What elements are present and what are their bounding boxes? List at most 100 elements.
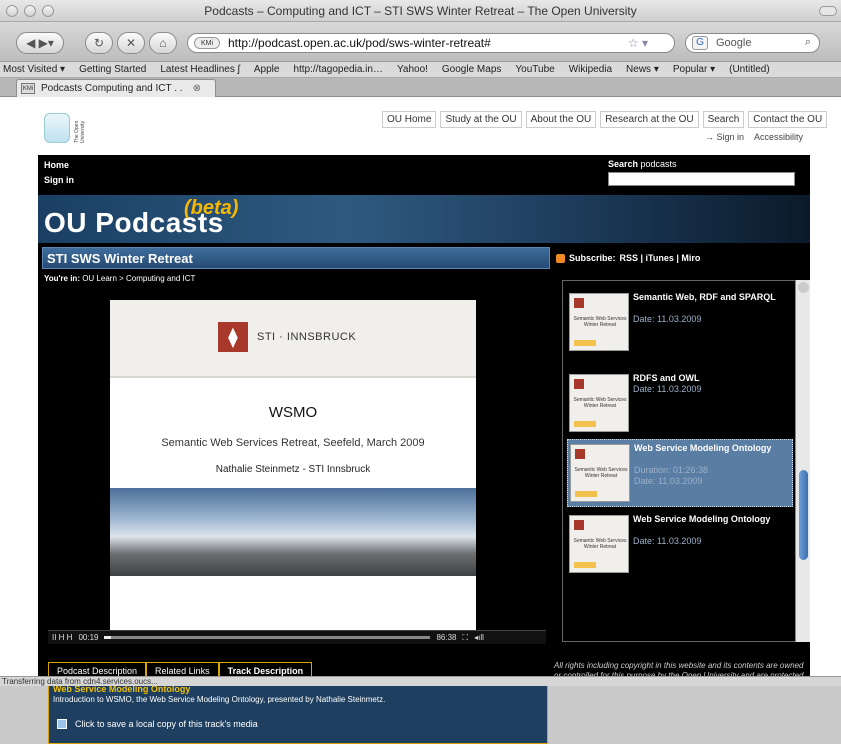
slide-subtitle: Semantic Web Services Retreat, Seefeld, … — [161, 437, 425, 449]
bookmark-item[interactable]: Yahoo! — [397, 64, 428, 75]
nav-toolbar: ◀ ▶▾ ↻ ✕ ⌂ KMi http://podcast.open.ac.uk… — [0, 22, 841, 62]
site-identity-badge[interactable]: KMi — [194, 37, 220, 49]
sti-mini-logo-icon — [575, 449, 585, 459]
mountain-photo — [110, 488, 476, 576]
save-media-link[interactable]: Click to save a local copy of this track… — [57, 719, 258, 729]
tab-podcasts[interactable]: KMi Podcasts Computing and ICT . . ⊗ — [16, 79, 216, 97]
bookmark-item[interactable]: Latest Headlines ʃ — [160, 64, 240, 75]
bookmark-item[interactable]: Popular ▾ — [673, 64, 715, 75]
banner-beta: (beta) — [184, 197, 239, 219]
current-time: 00:19 — [78, 633, 99, 642]
ou-sub-nav: → Sign in Accessibility — [705, 132, 803, 142]
home-button[interactable]: ⌂ — [149, 32, 177, 54]
total-time: 86:38 — [436, 633, 457, 642]
google-icon[interactable]: G — [692, 36, 708, 50]
home-link[interactable]: Home — [44, 160, 69, 170]
episode-meta: Date: 11.03.2009 — [633, 384, 702, 394]
breadcrumb-path[interactable]: OU Learn > Computing and ICT — [80, 274, 195, 283]
ou-nav-link[interactable]: OU Home — [382, 111, 437, 128]
seek-bar-fill — [104, 636, 111, 639]
home-icon: ⌂ — [159, 36, 167, 50]
episode-item[interactable]: Semantic Web Services Winter Retreat Web … — [567, 511, 793, 579]
sti-mini-logo-icon — [574, 520, 584, 530]
search-podcasts-label: Search podcasts — [608, 159, 677, 169]
badge-icon — [575, 491, 597, 497]
episode-thumbnail: Semantic Web Services Winter Retreat — [570, 444, 630, 502]
ou-subnav-link[interactable]: Accessibility — [754, 132, 803, 142]
episode-title: RDFS and OWL — [633, 373, 700, 383]
ou-nav-link[interactable]: About the OU — [525, 111, 597, 128]
track-text: Introduction to WSMO, the Web Service Mo… — [53, 695, 386, 704]
podcast-title: STI SWS Winter Retreat — [47, 251, 193, 266]
ou-logo-icon[interactable] — [44, 113, 70, 143]
episode-meta: Date: 11.03.2009 — [633, 536, 702, 546]
url-text[interactable]: http://podcast.open.ac.uk/pod/sws-winter… — [228, 36, 491, 50]
episode-thumbnail: Semantic Web Services Winter Retreat — [569, 515, 629, 573]
bookmark-item[interactable]: http://tagopedia.in… — [293, 64, 383, 75]
sti-mini-logo-icon — [574, 379, 584, 389]
stop-button[interactable]: ✕ — [117, 32, 145, 54]
seek-bar[interactable] — [104, 636, 431, 639]
search-engine-placeholder: Google — [716, 37, 752, 49]
tab-label: Podcasts Computing and ICT . . — [41, 83, 183, 94]
back-arrow-icon: ◀ ▶▾ — [26, 36, 54, 50]
stop-icon: ✕ — [125, 36, 137, 50]
subscribe-bar: Subscribe: RSS | iTunes | Miro — [556, 253, 700, 263]
bookmark-item[interactable]: YouTube — [515, 64, 554, 75]
episode-item[interactable]: Semantic Web Services Winter Retreat Sema… — [567, 289, 793, 357]
browser-window: Podcasts – Computing and ICT – STI SWS W… — [0, 0, 841, 744]
ou-nav-link[interactable]: Research at the OU — [600, 111, 699, 128]
bookmark-item[interactable]: Google Maps — [442, 64, 501, 75]
bookmark-item[interactable]: Most Visited ▾ — [3, 64, 65, 75]
podcast-title-bar: STI SWS Winter Retreat — [42, 247, 550, 269]
bookmark-star-icon[interactable]: ☆ ▾ — [628, 36, 648, 50]
episode-meta: Date: 11.03.2009 — [634, 476, 703, 486]
subscribe-label: Subscribe: — [569, 253, 616, 263]
sti-logo-icon: ⧫ — [218, 322, 248, 352]
bookmark-item[interactable]: News ▾ — [626, 64, 659, 75]
ou-nav-link[interactable]: Study at the OU — [440, 111, 522, 128]
ou-nav-link[interactable]: Contact the OU — [748, 111, 828, 128]
episode-item[interactable]: Semantic Web Services Winter Retreat Web … — [567, 439, 793, 507]
scrollbar-thumb[interactable] — [799, 470, 808, 560]
search-podcasts-input[interactable] — [608, 172, 795, 186]
kmi-favicon-icon: KMi — [21, 83, 35, 94]
bookmark-item[interactable]: Getting Started — [79, 64, 146, 75]
window-title: Podcasts – Computing and ICT – STI SWS W… — [204, 4, 637, 18]
web-page: The Open University OU Home Study at the … — [0, 97, 841, 744]
episode-item[interactable]: Semantic Web Services Winter Retreat RDFS… — [567, 370, 793, 438]
volume-icon[interactable]: ◂ıll — [474, 633, 484, 642]
episode-thumbnail: Semantic Web Services Winter Retreat — [569, 374, 629, 432]
badge-icon — [574, 562, 596, 568]
episode-meta: Duration: 01:26:38 — [634, 465, 709, 475]
tab-close-icon[interactable]: ⊗ — [193, 83, 201, 94]
slide-header: ⧫ STI · INNSBRUCK — [110, 300, 476, 378]
address-bar[interactable]: KMi http://podcast.open.ac.uk/pod/sws-wi… — [187, 33, 675, 53]
sign-in-link[interactable]: Sign in — [44, 175, 74, 185]
back-forward-buttons[interactable]: ◀ ▶▾ — [16, 32, 64, 54]
episode-scrollbar[interactable] — [795, 280, 810, 642]
reload-button[interactable]: ↻ — [85, 32, 113, 54]
scroll-up-icon[interactable] — [798, 282, 809, 293]
ou-nav-link[interactable]: Search — [702, 111, 745, 128]
search-engine-box[interactable]: G Google ⌕ — [685, 33, 820, 53]
subscribe-links[interactable]: RSS | iTunes | Miro — [620, 253, 701, 263]
magnifier-icon[interactable]: ⌕ — [805, 36, 811, 49]
bookmark-item[interactable]: (Untitled) — [729, 64, 770, 75]
ou-logo-text: The Open University — [74, 120, 86, 143]
thumbnail-caption: Semantic Web Services Winter Retreat — [573, 397, 627, 409]
thumbnail-caption: Semantic Web Services Winter Retreat — [574, 467, 628, 479]
episode-title: Web Service Modeling Ontology — [634, 443, 772, 453]
fullscreen-icon[interactable]: ⛶ — [463, 633, 469, 643]
episode-title: Semantic Web, RDF and SPARQL — [633, 292, 776, 302]
playback-buttons-icon[interactable]: II H H — [52, 633, 72, 642]
toolbar-toggle-button[interactable] — [819, 6, 837, 16]
track-description-panel: Web Service Modeling Ontology Introducti… — [48, 679, 548, 744]
bookmark-item[interactable]: Wikipedia — [569, 64, 612, 75]
title-bar: Podcasts – Computing and ICT – STI SWS W… — [0, 0, 841, 22]
video-player[interactable]: ⧫ STI · INNSBRUCK WSMO Semantic Web Serv… — [48, 290, 546, 645]
podcast-site: Home Sign in Search podcasts OU Podcasts… — [38, 155, 810, 744]
ou-subnav-link[interactable]: → Sign in — [705, 132, 744, 142]
bookmark-item[interactable]: Apple — [254, 64, 280, 75]
thumbnail-caption: Semantic Web Services Winter Retreat — [573, 316, 627, 328]
